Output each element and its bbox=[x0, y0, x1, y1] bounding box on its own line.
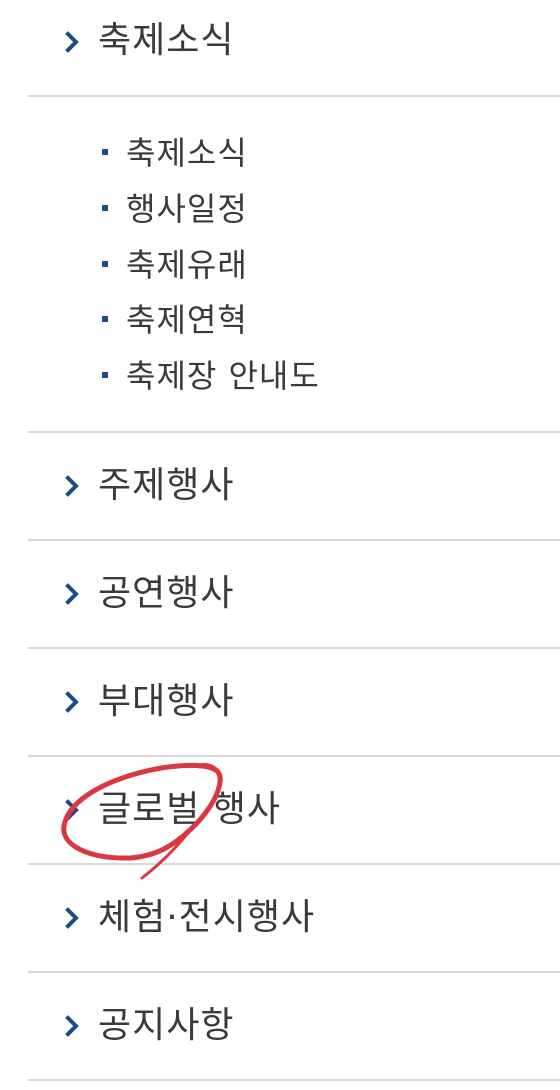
menu-item-global-events: 글로벌 행사 bbox=[28, 757, 560, 865]
menu-label: 공지사항 bbox=[98, 1005, 235, 1046]
menu-link-experience-exhibition[interactable]: 체험·전시행사 bbox=[28, 865, 560, 971]
menu-link-theme-events[interactable]: 주제행사 bbox=[28, 433, 560, 539]
menu-label: 주제행사 bbox=[98, 465, 235, 506]
chevron-right-icon bbox=[65, 583, 79, 605]
chevron-right-icon bbox=[65, 907, 79, 929]
menu-item-theme-events: 주제행사 bbox=[28, 433, 560, 541]
chevron-right-icon bbox=[65, 799, 79, 821]
submenu-label: 축제장 안내도 bbox=[126, 357, 320, 395]
menu-label: 부대행사 bbox=[98, 681, 235, 722]
menu-item-festival-news: 축제소식 bbox=[28, 0, 560, 97]
menu-label: 체험·전시행사 bbox=[98, 897, 316, 938]
side-menu: 축제소식 축제소식 행사일정 축제유래 축제연혁 축제장 안내도 주제행사 공연… bbox=[28, 0, 560, 1090]
submenu-item-origin[interactable]: 축제유래 bbox=[98, 245, 398, 285]
submenu-festival-news: 축제소식 행사일정 축제유래 축제연혁 축제장 안내도 bbox=[28, 97, 560, 433]
bullet-icon bbox=[102, 149, 108, 155]
menu-link-performance-events[interactable]: 공연행사 bbox=[28, 541, 560, 647]
menu-link-side-events[interactable]: 부대행사 bbox=[28, 649, 560, 755]
bullet-icon bbox=[102, 372, 108, 378]
submenu-label: 축제연혁 bbox=[126, 301, 248, 339]
submenu-item-festival-news[interactable]: 축제소식 bbox=[98, 133, 398, 173]
submenu-label: 축제소식 bbox=[126, 134, 248, 172]
chevron-right-icon bbox=[65, 475, 79, 497]
menu-label: 글로벌 행사 bbox=[98, 789, 282, 830]
bullet-icon bbox=[102, 316, 108, 322]
menu-link-festival-news[interactable]: 축제소식 bbox=[28, 0, 560, 95]
menu-label: 축제소식 bbox=[98, 20, 235, 61]
menu-label: 공연행사 bbox=[98, 573, 235, 614]
menu-link-notices[interactable]: 공지사항 bbox=[28, 973, 560, 1079]
menu-item-side-events: 부대행사 bbox=[28, 649, 560, 757]
menu-item-notices: 공지사항 bbox=[28, 973, 560, 1081]
chevron-right-icon bbox=[65, 31, 79, 53]
menu-item-experience-exhibition: 체험·전시행사 bbox=[28, 865, 560, 973]
bullet-icon bbox=[102, 205, 108, 211]
submenu-label: 행사일정 bbox=[126, 190, 248, 228]
submenu-item-schedule[interactable]: 행사일정 bbox=[98, 189, 398, 229]
submenu-item-history[interactable]: 축제연혁 bbox=[98, 300, 398, 340]
chevron-right-icon bbox=[65, 1015, 79, 1037]
bullet-icon bbox=[102, 261, 108, 267]
submenu-item-venue-map[interactable]: 축제장 안내도 bbox=[98, 356, 398, 396]
submenu-label: 축제유래 bbox=[126, 246, 248, 284]
chevron-right-icon bbox=[65, 691, 79, 713]
menu-item-performance-events: 공연행사 bbox=[28, 541, 560, 649]
menu-link-global-events[interactable]: 글로벌 행사 bbox=[28, 757, 560, 863]
